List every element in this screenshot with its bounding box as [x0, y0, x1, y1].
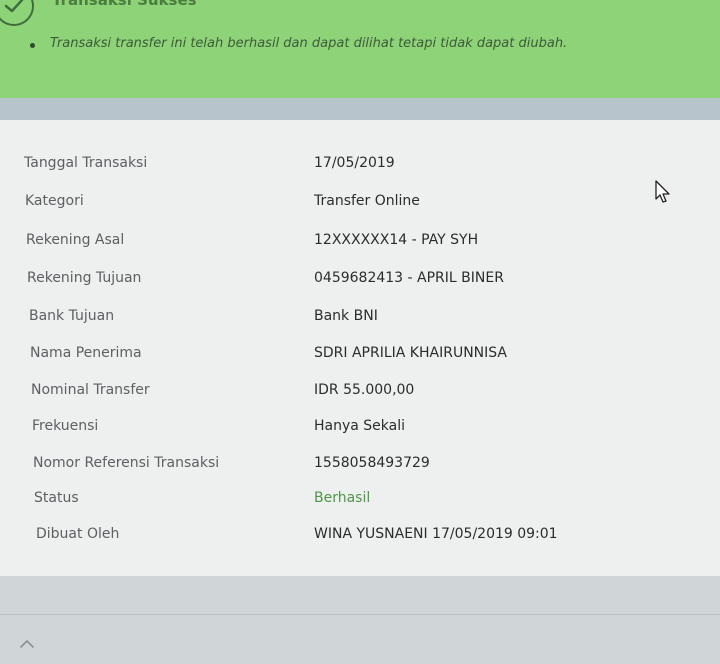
- detail-label: Nomor Referensi Transaksi: [33, 455, 220, 471]
- check-circle-icon: [0, 0, 34, 26]
- detail-card: Tanggal Transaksi 17/05/2019 Kategori Tr…: [0, 120, 720, 576]
- detail-label: Tanggal Transaksi: [24, 155, 148, 171]
- detail-value: Hanya Sekali: [314, 418, 406, 434]
- detail-row: Dibuat Oleh WINA YUSNAENI 17/05/2019 09:…: [0, 525, 720, 555]
- bullet-icon: [30, 43, 35, 48]
- detail-row: Nomor Referensi Transaksi 1558058493729: [0, 454, 720, 484]
- transaction-detail-page: Transaksi Sukses Transaksi transfer ini …: [0, 0, 720, 664]
- detail-row: Rekening Tujuan 0459682413 - APRIL BINER: [0, 269, 720, 299]
- divider: [0, 614, 720, 615]
- detail-label: Nominal Transfer: [31, 382, 150, 398]
- detail-label: Rekening Asal: [26, 232, 125, 248]
- success-banner: Transaksi Sukses Transaksi transfer ini …: [0, 0, 720, 98]
- banner-message: Transaksi transfer ini telah berhasil da…: [50, 36, 568, 51]
- detail-label: Nama Penerima: [30, 345, 142, 361]
- detail-label: Rekening Tujuan: [27, 270, 142, 286]
- detail-row: Kategori Transfer Online: [0, 192, 720, 222]
- detail-row: Bank Tujuan Bank BNI: [0, 307, 720, 337]
- detail-row: Nominal Transfer IDR 55.000,00: [0, 381, 720, 411]
- detail-row: Frekuensi Hanya Sekali: [0, 417, 720, 447]
- detail-label: Status: [34, 490, 79, 506]
- detail-value: IDR 55.000,00: [314, 382, 415, 398]
- status-value: Berhasil: [314, 490, 371, 506]
- detail-row: Tanggal Transaksi 17/05/2019: [0, 154, 720, 184]
- detail-label: Bank Tujuan: [29, 308, 115, 324]
- chevron-up-icon[interactable]: [20, 634, 34, 653]
- detail-value: Bank BNI: [314, 308, 378, 324]
- divider-strip: [0, 98, 720, 120]
- detail-value: SDRI APRILIA KHAIRUNNISA: [314, 345, 507, 361]
- detail-value: 1558058493729: [314, 455, 430, 471]
- detail-label: Kategori: [25, 193, 84, 209]
- detail-value: Transfer Online: [314, 193, 420, 209]
- detail-row: Status Berhasil: [0, 489, 720, 519]
- detail-row: Nama Penerima SDRI APRILIA KHAIRUNNISA: [0, 344, 720, 374]
- mouse-cursor-icon: [655, 180, 671, 208]
- banner-title: Transaksi Sukses: [52, 0, 197, 9]
- detail-value: 0459682413 - APRIL BINER: [314, 270, 504, 286]
- detail-value: 12XXXXXX14 - PAY SYH: [314, 232, 479, 248]
- detail-value: 17/05/2019: [314, 155, 395, 171]
- detail-row: Rekening Asal 12XXXXXX14 - PAY SYH: [0, 231, 720, 261]
- detail-label: Dibuat Oleh: [36, 526, 120, 542]
- footer: [0, 576, 720, 664]
- detail-label: Frekuensi: [32, 418, 99, 434]
- detail-value: WINA YUSNAENI 17/05/2019 09:01: [314, 526, 558, 542]
